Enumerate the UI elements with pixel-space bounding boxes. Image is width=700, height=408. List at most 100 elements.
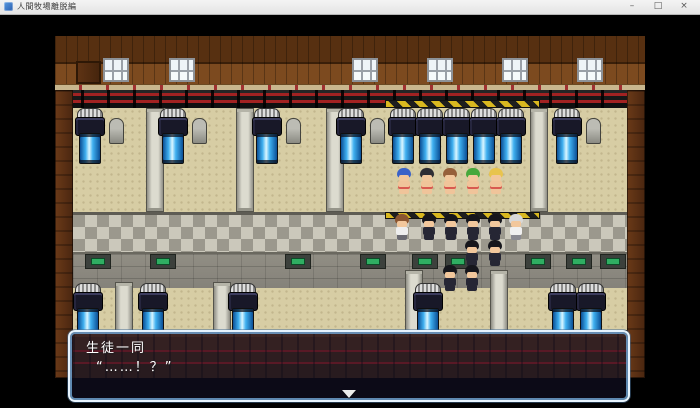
console-screen — [366, 258, 380, 265]
app-window: { "window": { "title": "人間牧場離脱編", "app_i… — [0, 0, 700, 408]
hopper — [586, 118, 601, 144]
sprite-legs — [424, 235, 434, 240]
factory-machine — [415, 108, 445, 164]
console-unit — [285, 254, 311, 269]
hopper — [109, 118, 124, 144]
factory-machine — [552, 108, 582, 164]
guard-sprite — [487, 240, 503, 266]
console-unit — [566, 254, 592, 269]
console-screen — [531, 258, 545, 265]
hopper — [192, 118, 207, 144]
sprite-torso — [510, 227, 522, 235]
factory-back-wall — [55, 36, 645, 84]
sprite-torso — [398, 181, 410, 189]
hopper — [370, 118, 385, 144]
sprite-torso — [467, 227, 479, 235]
sprite-torso — [466, 253, 478, 261]
sprite-legs — [467, 286, 477, 291]
console-screen — [291, 258, 305, 265]
blue-cylinder — [162, 133, 184, 164]
sprite-torso — [421, 181, 433, 189]
console-unit — [360, 254, 386, 269]
support-pillar — [530, 108, 548, 212]
sprite-legs — [445, 286, 455, 291]
factory-machine — [388, 108, 418, 164]
blue-cylinder — [473, 133, 495, 164]
sprite-legs — [491, 189, 501, 194]
factory-machine — [469, 108, 499, 164]
blue-cylinder — [340, 133, 362, 164]
blue-cylinder — [392, 133, 414, 164]
console-screen — [572, 258, 586, 265]
console-screen — [418, 258, 432, 265]
sprite-torso — [489, 227, 501, 235]
console-screen — [91, 258, 105, 265]
console-unit — [600, 254, 626, 269]
sprite-legs — [399, 189, 409, 194]
girl-sprite — [488, 168, 504, 194]
blue-cylinder — [256, 133, 278, 164]
wall-window — [169, 58, 195, 82]
game-app-icon — [4, 2, 13, 11]
close-button[interactable]: × — [672, 0, 696, 13]
blue-cylinder — [446, 133, 468, 164]
console-unit — [525, 254, 551, 269]
sprite-torso — [466, 278, 478, 286]
worker-sprite — [394, 214, 410, 240]
sprite-torso — [490, 181, 502, 189]
maximize-button[interactable]: □ — [646, 0, 670, 13]
factory-machine — [336, 108, 366, 164]
blue-cylinder — [79, 133, 101, 164]
blue-cylinder — [556, 133, 578, 164]
window-title: 人間牧場離脱編 — [17, 1, 77, 12]
hazard-band — [385, 100, 540, 108]
sprite-legs — [468, 189, 478, 194]
factory-machine — [75, 108, 105, 164]
guard-sprite — [443, 214, 459, 240]
stone-walkway — [73, 212, 627, 252]
support-pillar — [490, 270, 508, 338]
console-unit — [85, 254, 111, 269]
minimize-button[interactable]: – — [620, 0, 644, 13]
girl-sprite — [419, 168, 435, 194]
wall-window — [427, 58, 453, 82]
pipe-beam — [55, 90, 645, 108]
wall-window — [103, 58, 129, 82]
sprite-torso — [444, 181, 456, 189]
girl-sprite — [442, 168, 458, 194]
sprite-legs — [446, 235, 456, 240]
console-screen — [606, 258, 620, 265]
guard-sprite — [487, 214, 503, 240]
wall-window — [352, 58, 378, 82]
elder-sprite — [508, 214, 524, 240]
wall-window — [502, 58, 528, 82]
dialog-text: “……！？” — [96, 356, 173, 375]
console-screen — [451, 258, 465, 265]
factory-machine — [442, 108, 472, 164]
sprite-torso — [445, 227, 457, 235]
sprite-torso — [423, 227, 435, 235]
girl-sprite — [465, 168, 481, 194]
console-screen — [156, 258, 170, 265]
sprite-torso — [489, 253, 501, 261]
console-unit — [412, 254, 438, 269]
title-bar[interactable]: 人間牧場離脱編 – □ × — [0, 0, 700, 15]
guard-sprite — [464, 240, 480, 266]
wall-window — [577, 58, 603, 82]
sprite-torso — [444, 278, 456, 286]
sprite-legs — [397, 235, 407, 240]
wall-door — [76, 61, 101, 84]
sprite-legs — [511, 235, 521, 240]
girl-sprite — [396, 168, 412, 194]
dialog-speaker-name: 生徒一同 — [86, 337, 146, 356]
sprite-legs — [490, 261, 500, 266]
guard-sprite — [464, 265, 480, 291]
sprite-legs — [445, 189, 455, 194]
sprite-torso — [396, 227, 408, 235]
sprite-torso — [467, 181, 479, 189]
dialog-pause-indicator-icon — [342, 390, 356, 398]
blue-cylinder — [500, 133, 522, 164]
hopper — [286, 118, 301, 144]
factory-machine — [496, 108, 526, 164]
guard-sprite — [465, 214, 481, 240]
